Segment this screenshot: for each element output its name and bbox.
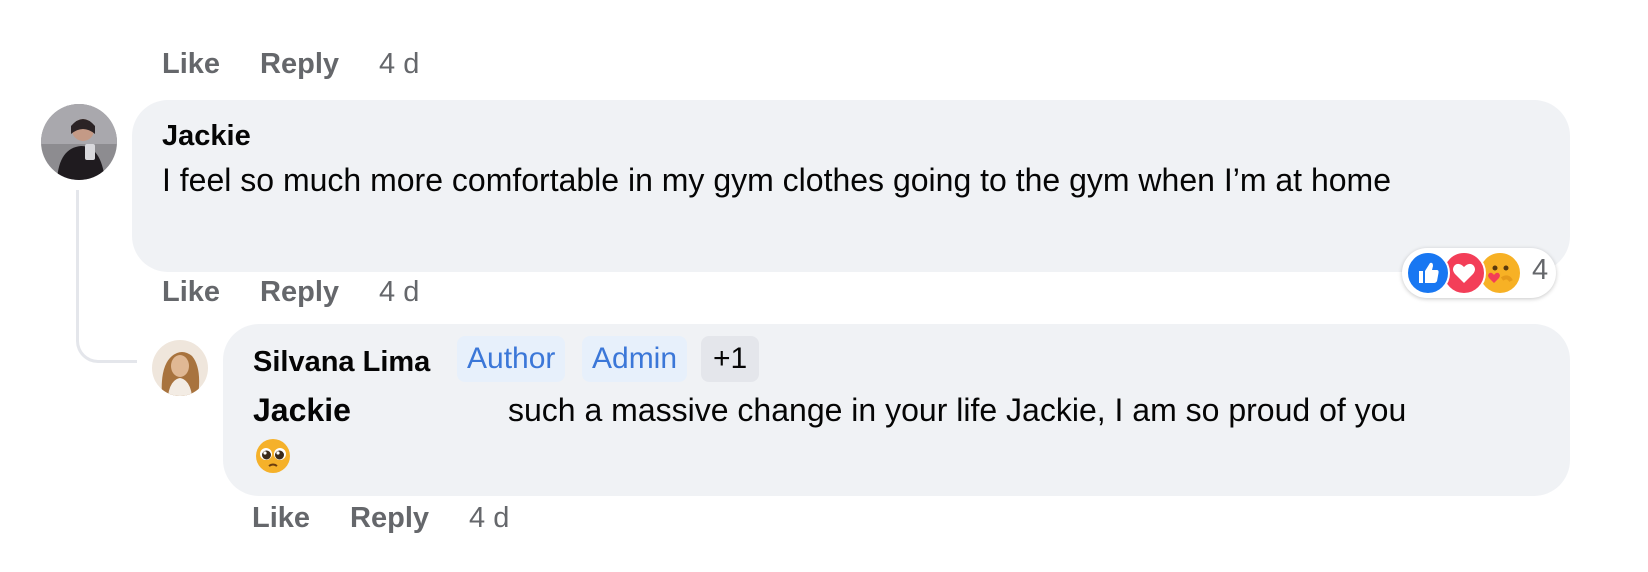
- reply-actions: Like Reply 4 d: [252, 502, 509, 535]
- timestamp[interactable]: 4 d: [469, 502, 509, 535]
- comment-actions: Like Reply 4 d: [162, 276, 419, 309]
- admin-badge[interactable]: Admin: [582, 336, 688, 382]
- reply-author[interactable]: Silvana Lima: [253, 346, 430, 379]
- more-badges-button[interactable]: +1: [701, 336, 760, 382]
- reply-button[interactable]: Reply: [260, 48, 339, 80]
- like-button[interactable]: Like: [162, 48, 220, 80]
- author-badge[interactable]: Author: [457, 336, 566, 382]
- reactions-summary[interactable]: 4: [1402, 248, 1556, 298]
- reactions-count: 4: [1532, 254, 1549, 286]
- comment-bubble: Jackie I feel so much more comfortable i…: [132, 100, 1570, 272]
- avatar-photo-jackie: [41, 104, 117, 180]
- previous-actions-row: Like Reply 4 d: [162, 48, 419, 80]
- pleading-face-emoji: [253, 436, 293, 476]
- like-button[interactable]: Like: [162, 276, 220, 309]
- timestamp[interactable]: 4 d: [379, 48, 419, 80]
- like-icon: [1406, 251, 1450, 295]
- comment-text: I feel so much more comfortable in my gy…: [162, 162, 1391, 198]
- thread-connector: [76, 190, 137, 363]
- previous-comment-actions: Like Reply 4 d: [0, 0, 1648, 80]
- reply-button[interactable]: Reply: [260, 276, 339, 309]
- avatar[interactable]: [41, 104, 117, 180]
- avatar[interactable]: [152, 340, 208, 396]
- mention-link[interactable]: Jackie: [253, 386, 351, 434]
- comment-author[interactable]: Jackie: [162, 120, 251, 153]
- timestamp[interactable]: 4 d: [379, 276, 419, 309]
- like-button[interactable]: Like: [252, 502, 310, 535]
- reply-bubble: Silvana Lima Author Admin +1 Jackie such…: [223, 324, 1570, 496]
- reply-button[interactable]: Reply: [350, 502, 429, 535]
- avatar-photo-silvana: [152, 340, 208, 396]
- reply-text: such a massive change in your life Jacki…: [508, 392, 1407, 428]
